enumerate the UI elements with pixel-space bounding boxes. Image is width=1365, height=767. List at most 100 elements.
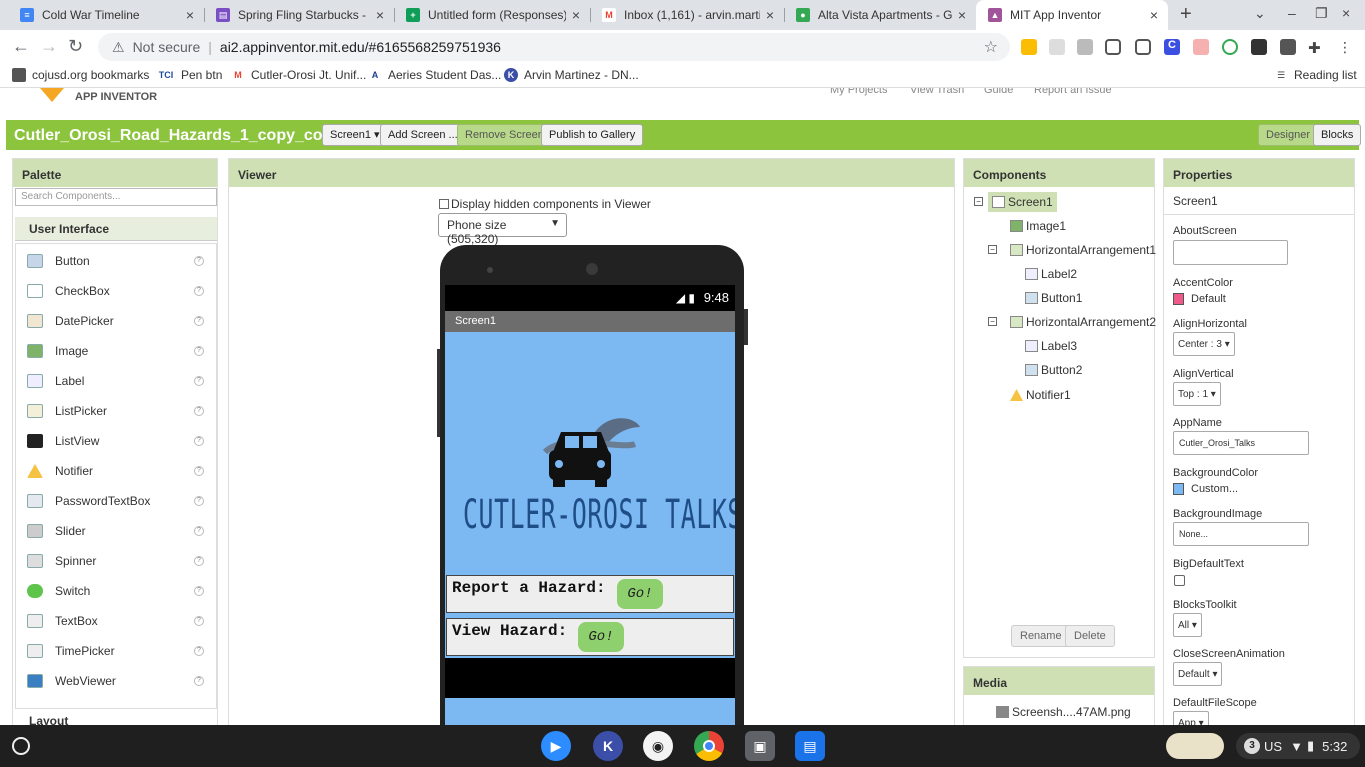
tree-screen1[interactable]: Screen1 bbox=[988, 192, 1057, 212]
designer-button[interactable]: Designer bbox=[1258, 124, 1319, 146]
qr-code-icon[interactable] bbox=[1251, 39, 1267, 55]
close-icon[interactable]: × bbox=[572, 7, 580, 23]
background-image-input[interactable]: None... bbox=[1173, 522, 1309, 546]
bookmark-aeries[interactable]: A Aeries Student Das... bbox=[368, 68, 502, 82]
blocks-toolkit-select[interactable]: All ▾ bbox=[1173, 613, 1202, 637]
help-icon[interactable]: ? bbox=[194, 256, 204, 266]
phone-size-select[interactable]: Phone size (505,320) ▼ bbox=[438, 213, 567, 246]
palette-item-listpicker[interactable]: ListPicker? bbox=[16, 396, 216, 426]
remove-screen-button[interactable]: Remove Screen bbox=[457, 124, 552, 146]
tree-horizontalarrangement2[interactable]: HorizontalArrangement2 bbox=[1010, 315, 1156, 329]
help-icon[interactable]: ? bbox=[194, 616, 204, 626]
tree-image1[interactable]: Image1 bbox=[1010, 219, 1066, 233]
palette-item-checkbox[interactable]: CheckBox? bbox=[16, 276, 216, 306]
status-tray[interactable]: 3 US ▼ ▮ 5:32 bbox=[1236, 733, 1360, 759]
help-icon[interactable]: ? bbox=[194, 346, 204, 356]
palette-item-image[interactable]: Image? bbox=[16, 336, 216, 366]
tree-label2[interactable]: Label2 bbox=[1025, 267, 1077, 281]
extension-icon[interactable] bbox=[1049, 39, 1065, 55]
help-icon[interactable]: ? bbox=[194, 556, 204, 566]
extension-icon[interactable] bbox=[1280, 39, 1296, 55]
go-button-2[interactable]: Go! bbox=[578, 622, 624, 652]
tab-untitled-form[interactable]: + Untitled form (Responses) - × bbox=[394, 0, 590, 30]
palette-item-button[interactable]: Button? bbox=[16, 246, 216, 276]
palette-item-switch[interactable]: Switch? bbox=[16, 576, 216, 606]
close-icon[interactable]: × bbox=[958, 7, 966, 23]
back-icon[interactable]: ← bbox=[12, 36, 30, 57]
align-vertical-select[interactable]: Top : 1 ▾ bbox=[1173, 382, 1221, 406]
palette-item-slider[interactable]: Slider? bbox=[16, 516, 216, 546]
close-screen-animation-select[interactable]: Default ▾ bbox=[1173, 662, 1223, 686]
extension-icon[interactable] bbox=[1222, 39, 1238, 55]
collapse-icon[interactable]: − bbox=[988, 317, 997, 326]
minimize-icon[interactable]: – bbox=[1288, 5, 1296, 21]
delete-button[interactable]: Delete bbox=[1065, 625, 1115, 647]
launcher-icon[interactable] bbox=[12, 737, 30, 755]
palette-item-notifier[interactable]: Notifier? bbox=[16, 456, 216, 486]
help-icon[interactable]: ? bbox=[194, 526, 204, 536]
collapse-icon[interactable]: − bbox=[974, 197, 983, 206]
horizontal-arrangement-2[interactable]: View Hazard: Go! bbox=[446, 618, 734, 656]
nav-view-trash[interactable]: View Trash bbox=[910, 88, 964, 96]
publish-gallery-button[interactable]: Publish to Gallery bbox=[541, 124, 644, 146]
go-button-1[interactable]: Go! bbox=[617, 579, 663, 609]
screen-select[interactable]: Screen1 ▾ bbox=[322, 124, 388, 146]
palette-item-datepicker[interactable]: DatePicker? bbox=[16, 306, 216, 336]
search-components-input[interactable]: Search Components... bbox=[15, 188, 217, 206]
checkbox[interactable] bbox=[439, 199, 449, 209]
reload-icon[interactable]: ↻ bbox=[68, 36, 83, 57]
bookmark-pen-btn[interactable]: TCI Pen btn bbox=[157, 68, 223, 82]
folder-icon[interactable]: ▤ bbox=[795, 731, 825, 761]
address-bar[interactable]: ⚠ Not secure | ai2.appinventor.mit.edu/#… bbox=[98, 33, 1010, 61]
bookmark-cojusd[interactable]: cojusd.org bookmarks bbox=[12, 68, 149, 82]
reading-list[interactable]: ☰ Reading list bbox=[1274, 68, 1357, 82]
close-icon[interactable]: × bbox=[376, 7, 384, 23]
forward-icon[interactable]: → bbox=[40, 36, 58, 57]
nav-guide[interactable]: Guide bbox=[984, 88, 1013, 96]
chrome-icon[interactable] bbox=[694, 731, 724, 761]
holding-space[interactable] bbox=[1166, 733, 1224, 759]
close-window-icon[interactable]: × bbox=[1342, 5, 1350, 21]
c-extension-icon[interactable]: C bbox=[1164, 39, 1180, 55]
display-hidden-toggle[interactable]: Display hidden components in Viewer bbox=[439, 197, 651, 211]
puzzle-icon[interactable]: ✚ bbox=[1308, 39, 1324, 57]
tab-cold-war-timeline[interactable]: ≡ Cold War Timeline × bbox=[8, 0, 204, 30]
horizontal-arrangement-1[interactable]: Report a Hazard: Go! bbox=[446, 575, 734, 613]
files-icon[interactable]: ▣ bbox=[745, 731, 775, 761]
accent-color-value[interactable]: Default bbox=[1173, 293, 1226, 305]
restore-icon[interactable]: ❐ bbox=[1315, 5, 1328, 22]
about-screen-input[interactable] bbox=[1173, 240, 1288, 265]
background-color-value[interactable]: Custom... bbox=[1173, 483, 1238, 495]
zoom-icon[interactable]: ▶ bbox=[541, 731, 571, 761]
close-icon[interactable]: × bbox=[766, 7, 774, 23]
tab-inbox[interactable]: M Inbox (1,161) - arvin.martine × bbox=[590, 0, 784, 30]
blocks-button[interactable]: Blocks bbox=[1313, 124, 1362, 146]
add-screen-button[interactable]: Add Screen ... bbox=[380, 124, 466, 146]
shield-icon[interactable] bbox=[1135, 39, 1151, 55]
app-name-input[interactable]: Cutler_Orosi_Talks bbox=[1173, 431, 1309, 455]
palette-item-passwordtextbox[interactable]: PasswordTextBox? bbox=[16, 486, 216, 516]
palette-item-spinner[interactable]: Spinner? bbox=[16, 546, 216, 576]
kami-icon[interactable]: K bbox=[593, 731, 623, 761]
collapse-icon[interactable]: − bbox=[988, 245, 997, 254]
tree-horizontalarrangement1[interactable]: HorizontalArrangement1 bbox=[1010, 243, 1156, 257]
user-interface-section[interactable]: User Interface bbox=[15, 217, 217, 241]
tab-mit-app-inventor[interactable]: ▲ MIT App Inventor × bbox=[976, 0, 1168, 30]
help-icon[interactable]: ? bbox=[194, 436, 204, 446]
nav-my-projects[interactable]: My Projects bbox=[830, 88, 887, 96]
new-tab-icon[interactable]: + bbox=[1180, 3, 1192, 26]
help-icon[interactable]: ? bbox=[194, 496, 204, 506]
webcam-icon[interactable]: ◉ bbox=[643, 731, 673, 761]
palette-item-webviewer[interactable]: WebViewer? bbox=[16, 666, 216, 696]
extension-icon[interactable] bbox=[1077, 39, 1093, 55]
help-icon[interactable]: ? bbox=[194, 646, 204, 656]
help-icon[interactable]: ? bbox=[194, 466, 204, 476]
tree-button1[interactable]: Button1 bbox=[1025, 291, 1082, 305]
tree-label3[interactable]: Label3 bbox=[1025, 339, 1077, 353]
align-horizontal-select[interactable]: Center : 3 ▾ bbox=[1173, 332, 1235, 356]
palette-item-listview[interactable]: ListView? bbox=[16, 426, 216, 456]
big-default-text-checkbox[interactable] bbox=[1174, 575, 1185, 586]
media-file[interactable]: Screensh....47AM.png bbox=[996, 705, 1131, 719]
rename-button[interactable]: Rename bbox=[1011, 625, 1071, 647]
bookmark-arvin[interactable]: K Arvin Martinez - DN... bbox=[504, 68, 639, 82]
